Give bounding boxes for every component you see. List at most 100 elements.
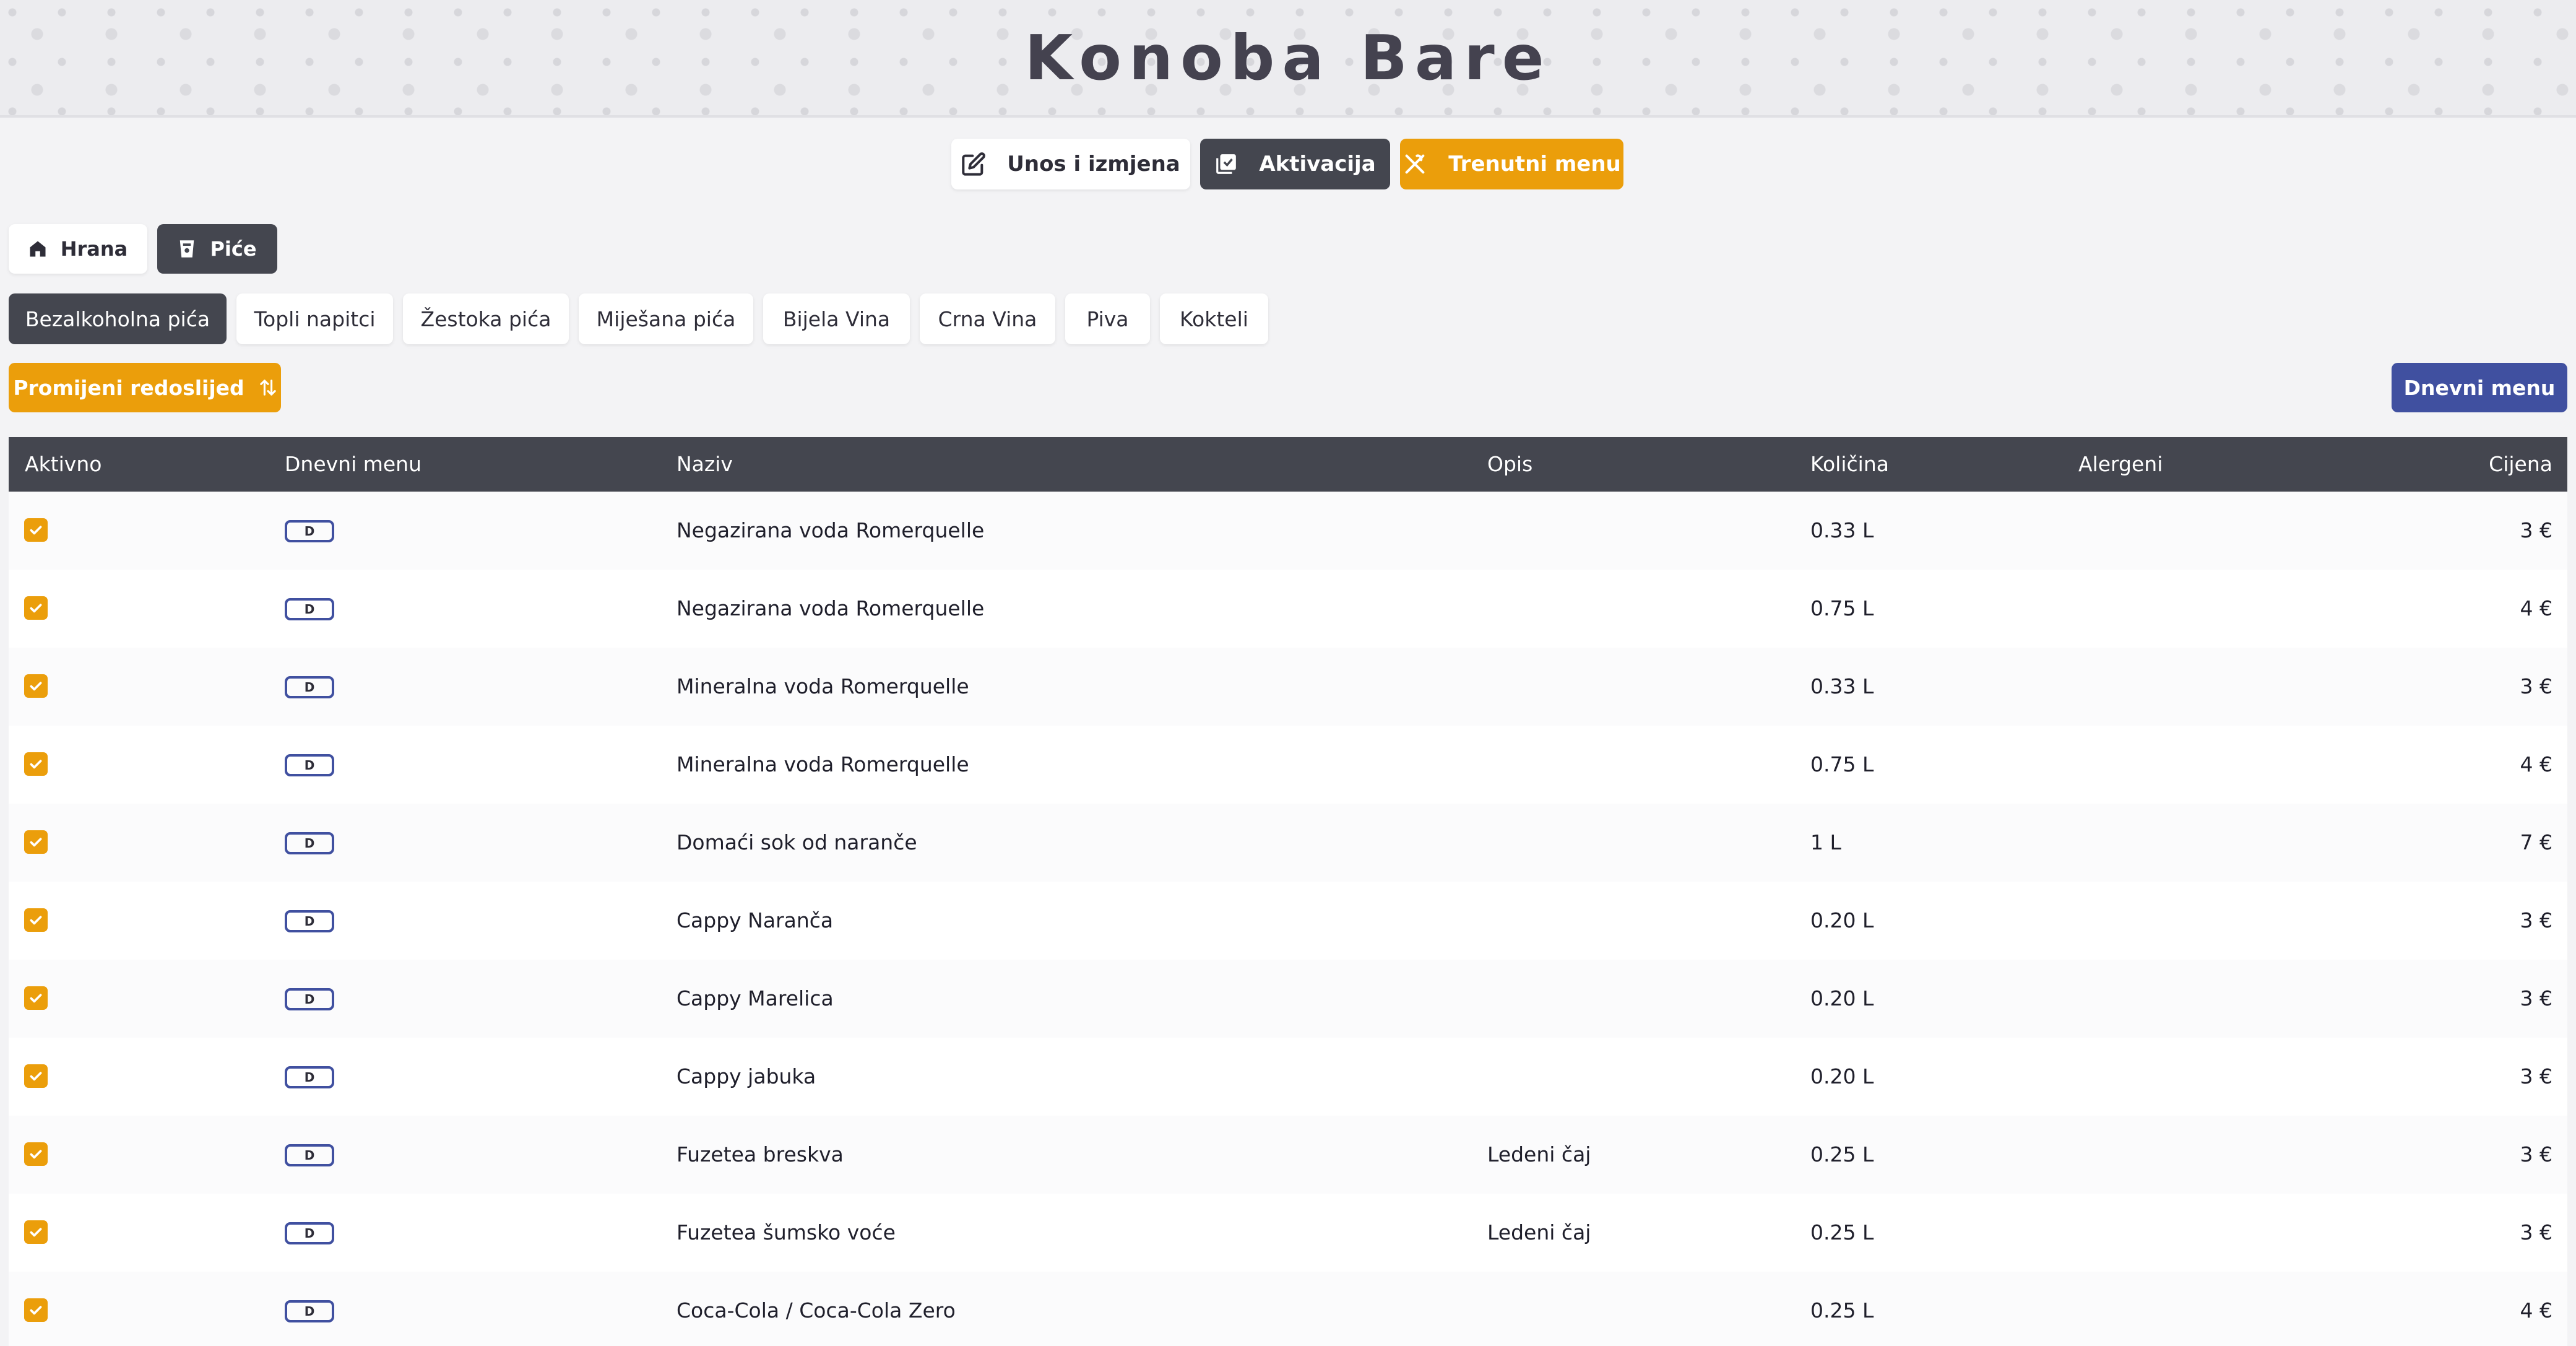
- active-checkbox[interactable]: [24, 674, 48, 698]
- daily-menu-badge[interactable]: D: [285, 598, 334, 620]
- active-checkbox[interactable]: [24, 1142, 48, 1166]
- category-tab-zestoka-pica[interactable]: Žestoka pića: [403, 293, 569, 344]
- active-checkbox[interactable]: [24, 752, 48, 776]
- daily-menu-badge[interactable]: D: [285, 676, 334, 698]
- item-name: Cappy Marelica: [676, 986, 834, 1010]
- current-menu-button[interactable]: Trenutni menu: [1400, 139, 1623, 189]
- copy-icon: [1216, 154, 1237, 174]
- edit-entries-button[interactable]: Unos i izmjena: [951, 139, 1190, 189]
- item-price: 7 €: [2520, 830, 2552, 854]
- item-name: Cappy jabuka: [676, 1064, 816, 1088]
- table-row[interactable]: D Mineralna voda Romerquelle 0.75 L 4 €: [9, 726, 2567, 804]
- check-icon: [30, 838, 42, 847]
- item-name: Mineralna voda Romerquelle: [676, 752, 969, 776]
- active-checkbox[interactable]: [24, 830, 48, 854]
- daily-menu-badge[interactable]: D: [285, 520, 334, 542]
- table-header: Aktivno Dnevni menu Naziv Opis Količina …: [9, 437, 2567, 492]
- edit-entries-label: Unos i izmjena: [1007, 152, 1180, 176]
- item-quantity: 0.25 L: [1810, 1298, 1874, 1322]
- item-name: Cappy Naranča: [676, 908, 834, 932]
- active-checkbox[interactable]: [24, 1220, 48, 1244]
- type-pice-button[interactable]: Piće: [157, 224, 277, 274]
- item-quantity: 0.33 L: [1810, 674, 1874, 698]
- table-row[interactable]: D Domaći sok od naranče 1 L 7 €: [9, 804, 2567, 882]
- category-tab-topli-napitci[interactable]: Topli napitci: [236, 293, 393, 344]
- category-tab-bijela-vina[interactable]: Bijela Vina: [763, 293, 910, 344]
- active-checkbox[interactable]: [24, 1298, 48, 1322]
- category-tab-bezalkoholna[interactable]: Bezalkoholna pića: [9, 293, 227, 344]
- header-active: Aktivno: [25, 452, 102, 476]
- check-icon: [30, 1228, 42, 1237]
- daily-menu-badge[interactable]: D: [285, 1066, 334, 1088]
- table-row[interactable]: D Fuzetea šumsko voće Ledeni čaj 0.25 L 3 €: [9, 1194, 2567, 1272]
- check-icon: [30, 526, 42, 535]
- app-header: Konoba Bare: [0, 0, 2576, 118]
- category-tab-mijesana-pica[interactable]: Miješana pića: [579, 293, 753, 344]
- table-row[interactable]: D Coca-Cola / Coca-Cola Zero 0.25 L 4 €: [9, 1272, 2567, 1346]
- active-checkbox[interactable]: [24, 1064, 48, 1088]
- category-tab-kokteli[interactable]: Kokteli: [1160, 293, 1268, 344]
- daily-menu-badge[interactable]: D: [285, 910, 334, 932]
- sort-arrows-icon: [259, 380, 276, 396]
- item-price: 3 €: [2520, 986, 2552, 1010]
- header-allergens: Alergeni: [2078, 452, 2163, 476]
- active-checkbox[interactable]: [24, 518, 48, 542]
- item-name: Domaći sok od naranče: [676, 830, 917, 854]
- active-checkbox[interactable]: [24, 986, 48, 1010]
- activation-button[interactable]: Aktivacija: [1200, 139, 1390, 189]
- daily-menu-badge[interactable]: D: [285, 832, 334, 854]
- item-name: Mineralna voda Romerquelle: [676, 674, 969, 698]
- reorder-label: Promijeni redoslijed: [13, 375, 244, 400]
- daily-menu-button[interactable]: Dnevni menu: [2392, 363, 2567, 412]
- daily-menu-badge[interactable]: D: [285, 1144, 334, 1166]
- active-checkbox[interactable]: [24, 908, 48, 932]
- item-price: 4 €: [2520, 1298, 2552, 1322]
- table-row[interactable]: D Negazirana voda Romerquelle 0.33 L 3 €: [9, 492, 2567, 570]
- header-name: Naziv: [676, 452, 733, 476]
- daily-menu-badge[interactable]: D: [285, 754, 334, 776]
- check-icon: [30, 916, 42, 925]
- check-icon: [30, 1306, 42, 1315]
- item-price: 3 €: [2520, 1220, 2552, 1244]
- edit-icon: [962, 152, 986, 176]
- item-quantity: 0.25 L: [1810, 1220, 1874, 1244]
- home-icon: [30, 241, 46, 257]
- item-name: Fuzetea šumsko voće: [676, 1220, 896, 1244]
- check-icon: [30, 994, 42, 1003]
- header-price: Cijena: [2489, 452, 2552, 476]
- active-checkbox[interactable]: [24, 596, 48, 620]
- current-menu-label: Trenutni menu: [1448, 152, 1621, 176]
- header-quantity: Količina: [1810, 452, 1889, 476]
- type-hrana-label: Hrana: [60, 237, 128, 261]
- item-price: 3 €: [2520, 908, 2552, 932]
- daily-menu-badge[interactable]: D: [285, 1300, 334, 1322]
- daily-menu-badge[interactable]: D: [285, 988, 334, 1010]
- check-icon: [30, 682, 42, 691]
- table-row[interactable]: D Cappy Naranča 0.20 L 3 €: [9, 882, 2567, 960]
- type-hrana-button[interactable]: Hrana: [9, 224, 147, 274]
- header-daily-menu: Dnevni menu: [285, 452, 422, 476]
- item-price: 3 €: [2520, 674, 2552, 698]
- item-description: Ledeni čaj: [1487, 1220, 1591, 1244]
- item-quantity: 0.75 L: [1810, 752, 1874, 776]
- reorder-button[interactable]: Promijeni redoslijed: [9, 363, 281, 412]
- drinks-table: Aktivno Dnevni menu Naziv Opis Količina …: [9, 437, 2567, 1346]
- item-quantity: 0.25 L: [1810, 1142, 1874, 1166]
- table-row[interactable]: D Negazirana voda Romerquelle 0.75 L 4 €: [9, 570, 2567, 648]
- item-quantity: 0.20 L: [1810, 1064, 1874, 1088]
- table-row[interactable]: D Mineralna voda Romerquelle 0.33 L 3 €: [9, 648, 2567, 726]
- item-quantity: 1 L: [1810, 830, 1841, 854]
- activation-label: Aktivacija: [1259, 152, 1376, 176]
- table-row[interactable]: D Cappy jabuka 0.20 L 3 €: [9, 1038, 2567, 1116]
- item-name: Negazirana voda Romerquelle: [676, 518, 985, 542]
- utensils-icon: [1405, 154, 1425, 174]
- item-quantity: 0.20 L: [1810, 908, 1874, 932]
- category-tab-crna-vina[interactable]: Crna Vina: [920, 293, 1055, 344]
- table-row[interactable]: D Cappy Marelica 0.20 L 3 €: [9, 960, 2567, 1038]
- category-tab-piva[interactable]: Piva: [1065, 293, 1150, 344]
- item-price: 4 €: [2520, 752, 2552, 776]
- table-row[interactable]: D Fuzetea breskva Ledeni čaj 0.25 L 3 €: [9, 1116, 2567, 1194]
- item-price: 3 €: [2520, 1142, 2552, 1166]
- check-icon: [30, 1072, 42, 1081]
- daily-menu-badge[interactable]: D: [285, 1222, 334, 1244]
